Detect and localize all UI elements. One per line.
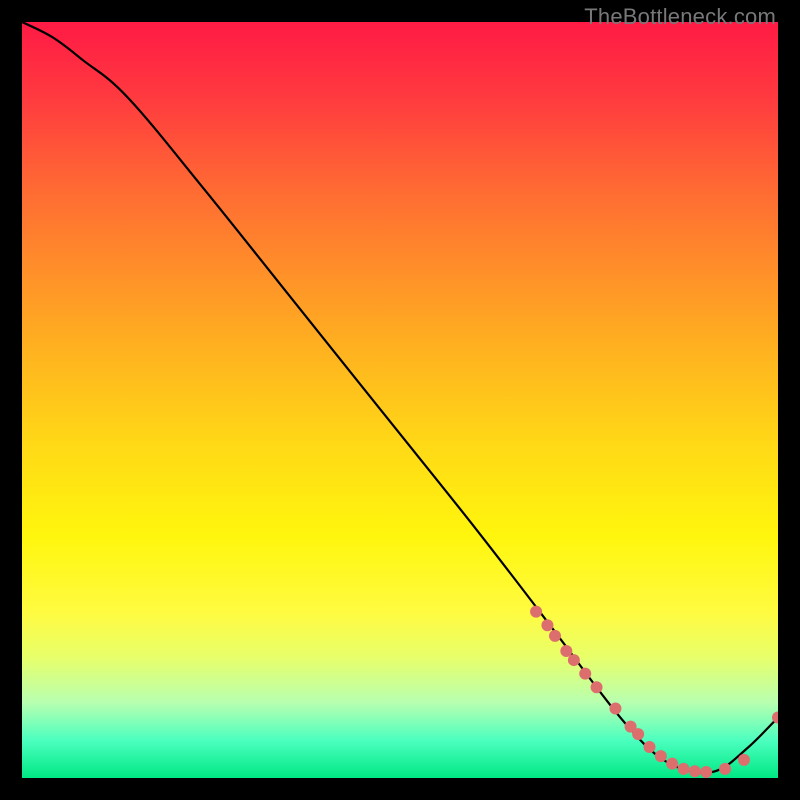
- scatter-dot: [700, 766, 712, 778]
- scatter-dot: [666, 758, 678, 770]
- chart-container: TheBottleneck.com: [0, 0, 800, 800]
- scatter-dot: [689, 765, 701, 777]
- scatter-dot: [719, 763, 731, 775]
- chart-svg: [22, 22, 778, 778]
- scatter-dot: [541, 619, 553, 631]
- bottleneck-curve: [22, 22, 778, 773]
- scatter-dot: [549, 630, 561, 642]
- scatter-dot: [632, 728, 644, 740]
- scatter-dot: [530, 606, 542, 618]
- scatter-dot: [579, 668, 591, 680]
- scatter-dot: [678, 763, 690, 775]
- scatter-dot: [568, 654, 580, 666]
- scatter-dot: [591, 681, 603, 693]
- scatter-dot: [655, 750, 667, 762]
- scatter-dot: [609, 702, 621, 714]
- bottleneck-curve-path: [22, 22, 778, 773]
- scatter-dot: [738, 754, 750, 766]
- scatter-dot: [643, 741, 655, 753]
